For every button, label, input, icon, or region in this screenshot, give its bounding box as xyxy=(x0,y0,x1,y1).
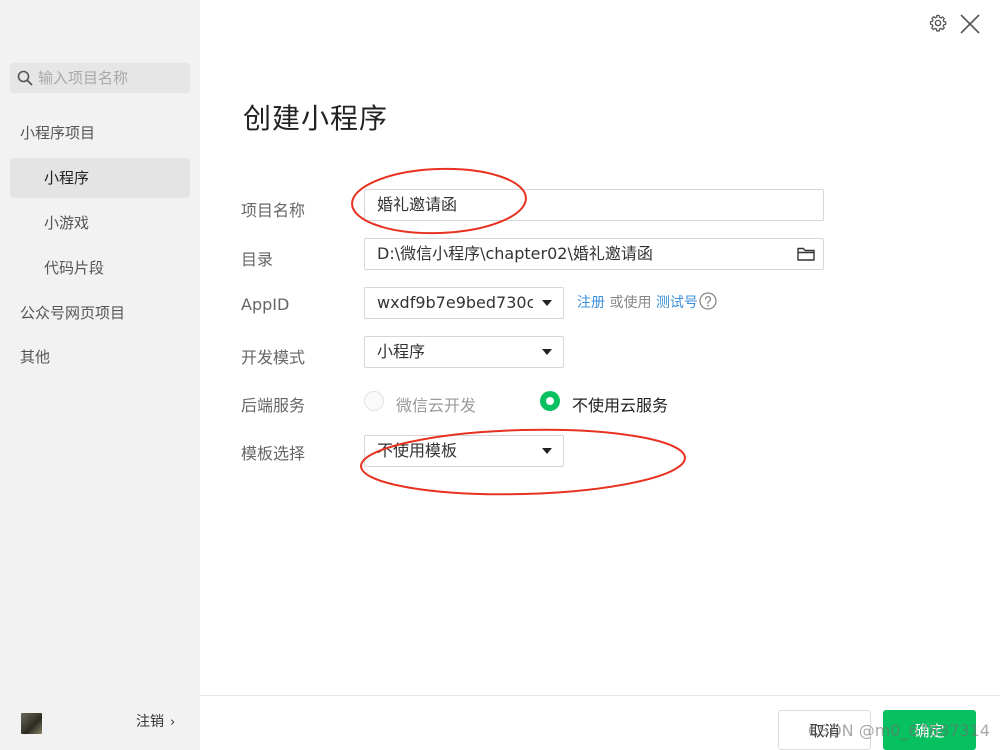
logout-button[interactable]: 注销 › xyxy=(136,711,175,731)
dropdown-arrow-icon xyxy=(542,300,552,306)
dev-mode-label: 开发模式 xyxy=(241,348,306,367)
sidebar-item-minigame[interactable]: 小游戏 xyxy=(10,203,190,243)
sidebar: 小程序项目 小程序 小游戏 代码片段 公众号网页项目 其他 注销 › xyxy=(0,0,200,750)
dropdown-arrow-icon xyxy=(542,448,552,454)
directory-input[interactable]: D:\微信小程序\chapter02\婚礼邀请函 xyxy=(364,238,824,270)
help-icon[interactable] xyxy=(699,292,717,310)
chevron-right-icon: › xyxy=(170,715,176,730)
search-box[interactable] xyxy=(10,63,190,93)
radio-no-cloud[interactable] xyxy=(540,391,560,411)
appid-value: wxdf9b7e9bed730c7a xyxy=(377,293,533,312)
template-value: 不使用模板 xyxy=(377,441,458,460)
folder-icon[interactable] xyxy=(797,246,815,262)
project-name-label: 项目名称 xyxy=(241,201,306,220)
backend-label: 后端服务 xyxy=(241,396,306,415)
appid-label: AppID xyxy=(241,295,290,314)
avatar[interactable] xyxy=(21,713,42,734)
section-other[interactable]: 其他 xyxy=(20,337,50,377)
sidebar-item-miniprogram[interactable]: 小程序 xyxy=(10,158,190,198)
radio-no-cloud-label: 不使用云服务 xyxy=(572,396,669,415)
confirm-button[interactable]: 确定 xyxy=(883,710,976,750)
template-select[interactable]: 不使用模板 xyxy=(364,435,564,467)
or-use-text: 或使用 xyxy=(609,295,652,311)
sidebar-item-code-snippet[interactable]: 代码片段 xyxy=(10,248,190,288)
appid-select[interactable]: wxdf9b7e9bed730c7a xyxy=(364,287,564,319)
template-label: 模板选择 xyxy=(241,444,306,463)
close-icon[interactable] xyxy=(958,12,982,36)
footer-divider xyxy=(200,695,1000,696)
project-name-value: 婚礼邀请函 xyxy=(377,195,458,214)
directory-label: 目录 xyxy=(241,250,274,269)
page-title: 创建小程序 xyxy=(243,102,389,135)
section-official-account-web[interactable]: 公众号网页项目 xyxy=(20,293,125,333)
dev-mode-value: 小程序 xyxy=(377,342,426,361)
section-miniprogram-projects[interactable]: 小程序项目 xyxy=(20,113,95,153)
cancel-button[interactable]: 取消 xyxy=(778,710,871,750)
project-name-input[interactable]: 婚礼邀请函 xyxy=(364,189,824,221)
radio-wechat-cloud-label: 微信云开发 xyxy=(396,396,477,415)
test-account-link[interactable]: 测试号 xyxy=(656,295,698,311)
appid-links: 注册 或使用 测试号 xyxy=(577,292,698,312)
radio-wechat-cloud[interactable] xyxy=(364,391,384,411)
search-input[interactable] xyxy=(38,63,186,93)
dropdown-arrow-icon xyxy=(542,349,552,355)
register-link[interactable]: 注册 xyxy=(577,295,605,311)
search-icon xyxy=(17,70,33,86)
dev-mode-select[interactable]: 小程序 xyxy=(364,336,564,368)
gear-icon[interactable] xyxy=(929,14,947,32)
logout-label: 注销 xyxy=(136,714,164,730)
directory-value: D:\微信小程序\chapter02\婚礼邀请函 xyxy=(377,244,653,263)
